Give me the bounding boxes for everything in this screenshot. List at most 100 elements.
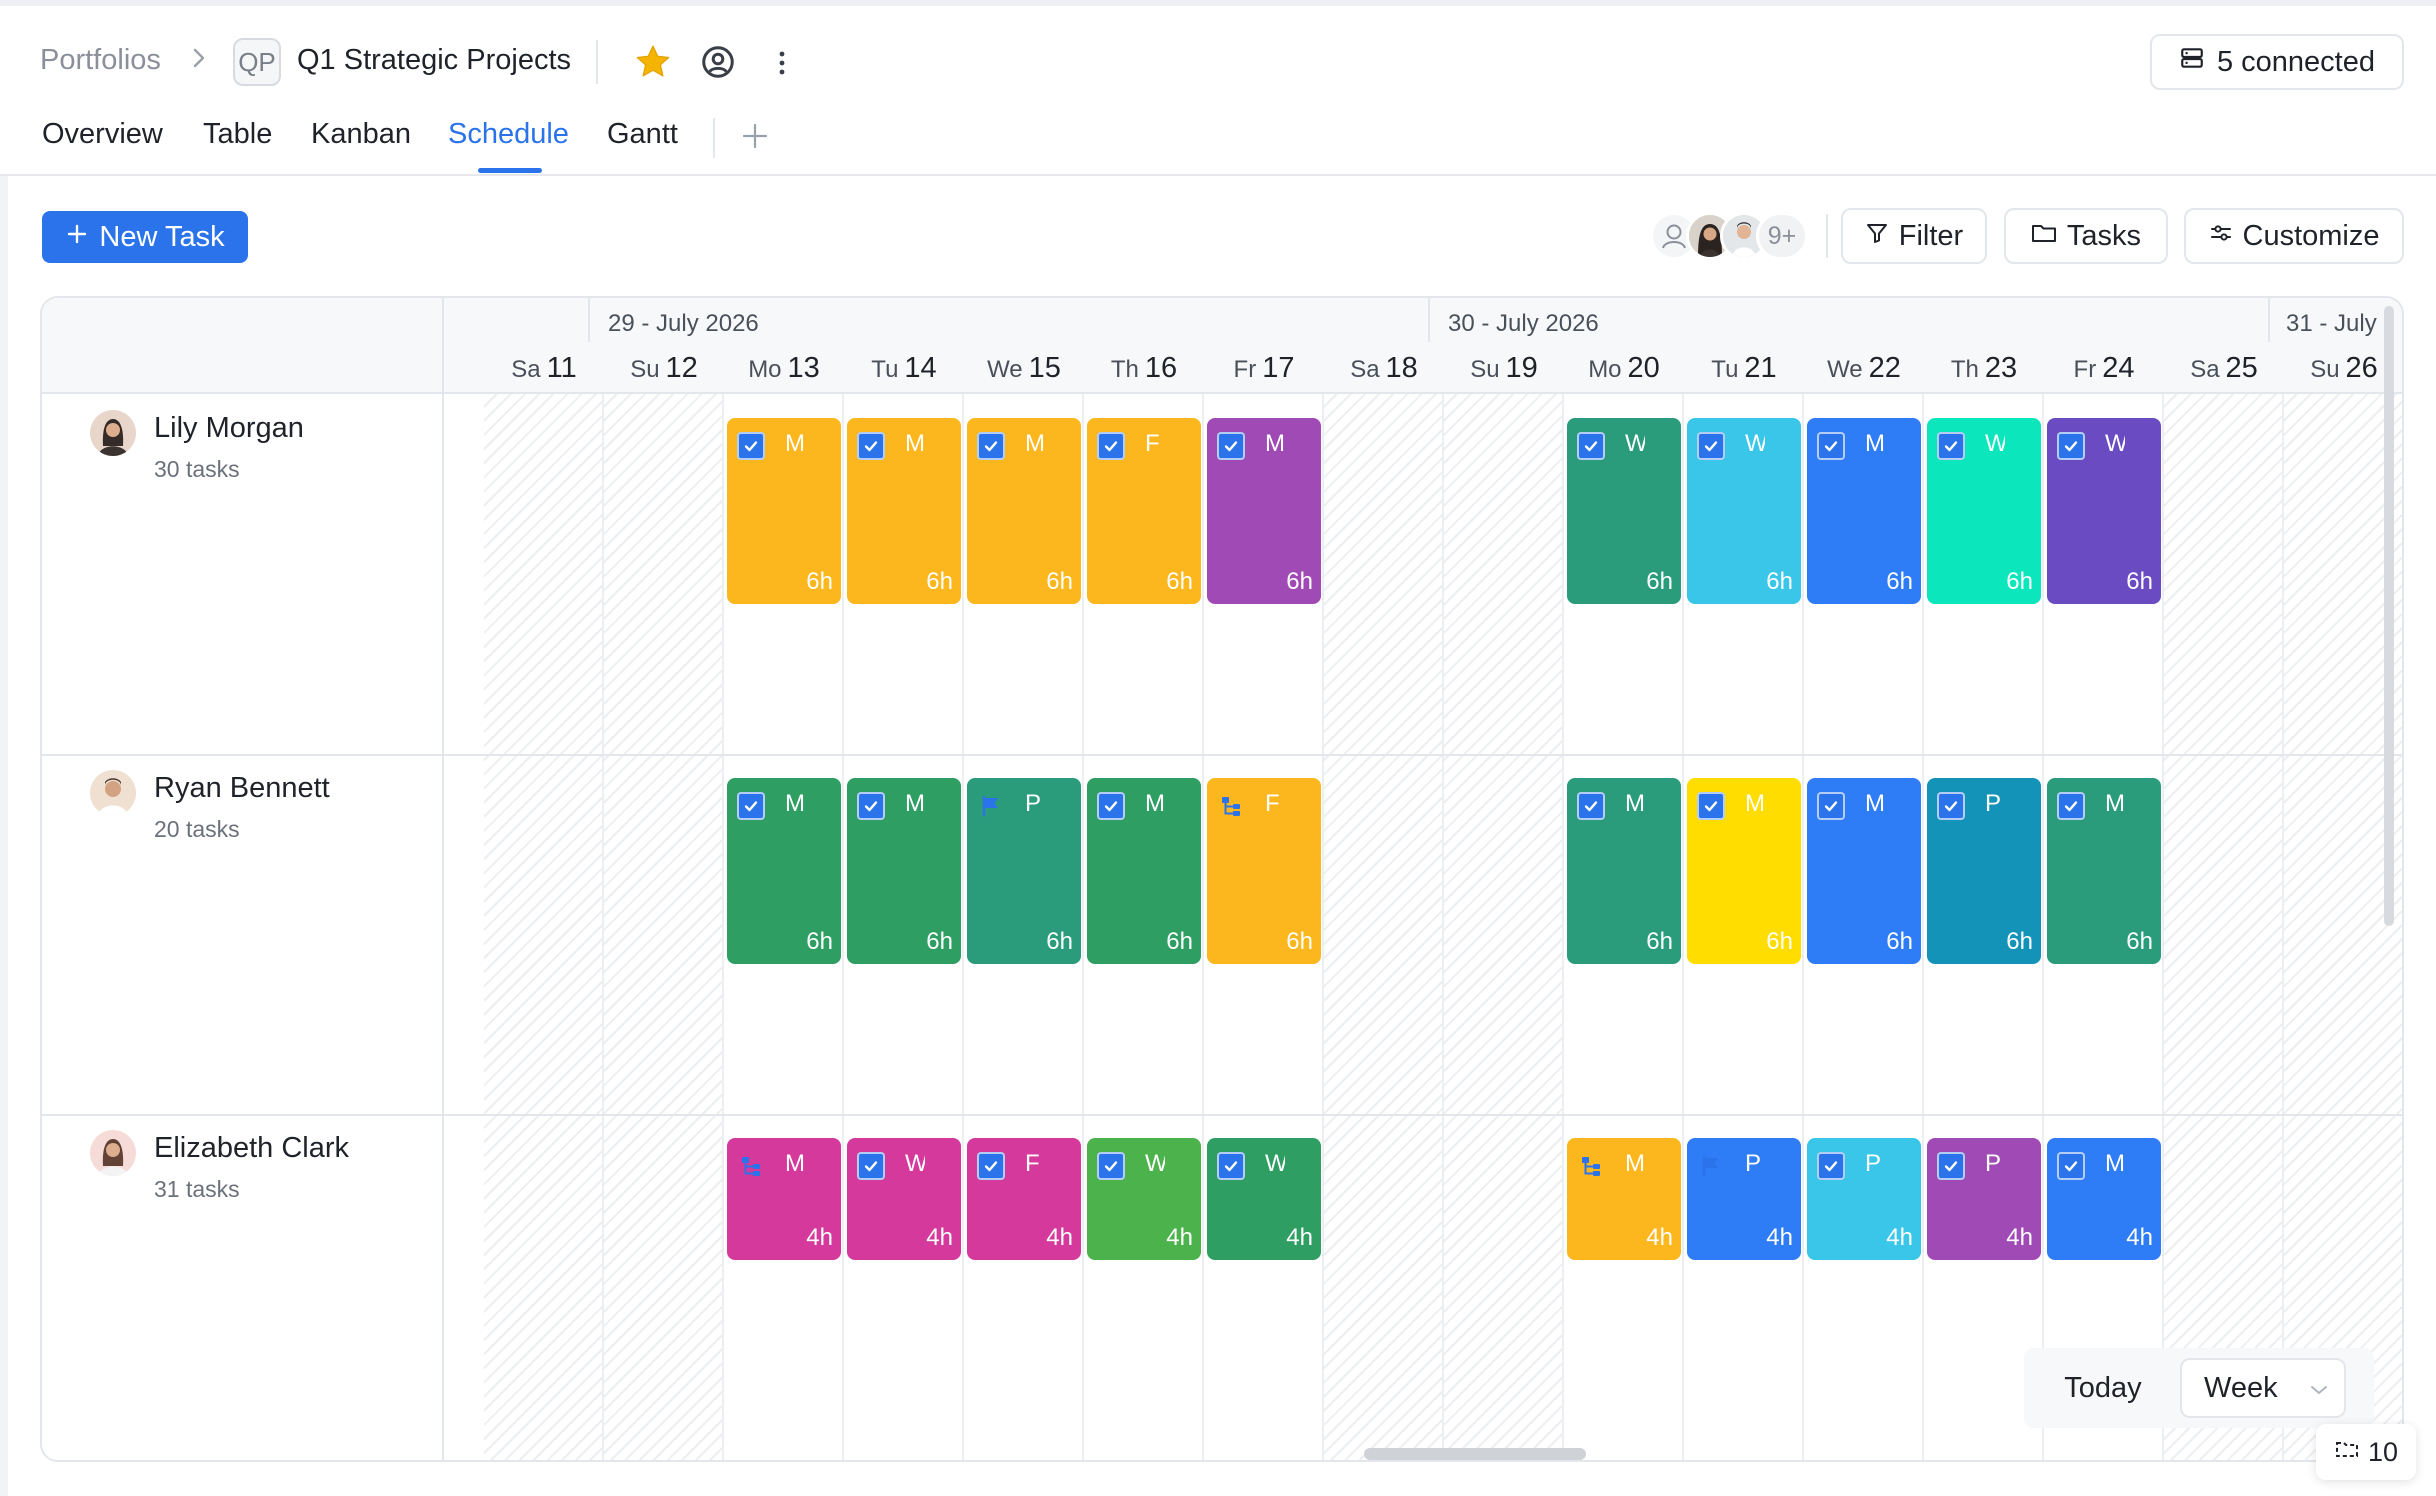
day-of-week: Tu — [871, 356, 899, 383]
checkbox-icon[interactable] — [1217, 432, 1245, 460]
today-button[interactable]: Today — [2044, 1358, 2162, 1418]
checkbox-icon[interactable] — [857, 432, 885, 460]
task-card[interactable]: W 4h — [1087, 1138, 1201, 1260]
checkbox-icon[interactable] — [857, 1152, 885, 1180]
flag-icon[interactable] — [1697, 1152, 1725, 1180]
avatar — [90, 410, 136, 456]
task-card[interactable]: M 4h — [1567, 1138, 1681, 1260]
task-card[interactable]: M 6h — [1807, 778, 1921, 964]
day-header: We 15 — [964, 352, 1084, 385]
checkbox-icon[interactable] — [857, 792, 885, 820]
checkbox-icon[interactable] — [737, 792, 765, 820]
task-card[interactable]: M 6h — [847, 418, 961, 604]
task-card[interactable]: W 6h — [1927, 418, 2041, 604]
checkbox-icon[interactable] — [2057, 432, 2085, 460]
tab-gantt[interactable]: Gantt — [607, 118, 678, 151]
day-of-week: Sa — [1350, 356, 1380, 383]
task-hours: 6h — [1286, 568, 1313, 595]
checkbox-icon[interactable] — [1697, 432, 1725, 460]
task-card[interactable]: M 6h — [1687, 778, 1801, 964]
day-of-week: Th — [1950, 356, 1979, 383]
tab-table[interactable]: Table — [203, 118, 272, 151]
assignee-avatars[interactable]: 9+ — [1650, 210, 1810, 262]
more-vertical-icon[interactable] — [768, 46, 796, 80]
task-card[interactable]: F 6h — [1207, 778, 1321, 964]
task-card[interactable]: W 4h — [847, 1138, 961, 1260]
checkbox-icon[interactable] — [2057, 1152, 2085, 1180]
view-select[interactable]: Week — [2180, 1358, 2346, 1418]
checkbox-icon[interactable] — [1097, 792, 1125, 820]
subtask-tree-icon[interactable] — [1577, 1152, 1605, 1180]
task-card[interactable]: M 6h — [847, 778, 961, 964]
checkbox-icon[interactable] — [2057, 792, 2085, 820]
checkbox-icon[interactable] — [1097, 1152, 1125, 1180]
task-card[interactable]: P 6h — [1927, 778, 2041, 964]
project-badge: QP — [233, 38, 281, 86]
checkbox-icon[interactable] — [1217, 1152, 1245, 1180]
task-card[interactable]: W 6h — [1687, 418, 1801, 604]
more-assignees-badge: 9+ — [1756, 212, 1808, 260]
task-hours: 4h — [1286, 1224, 1313, 1251]
task-card[interactable]: M 4h — [727, 1138, 841, 1260]
project-title[interactable]: Q1 Strategic Projects — [297, 44, 571, 77]
checkbox-icon[interactable] — [1097, 432, 1125, 460]
subtask-tree-icon[interactable] — [1217, 792, 1245, 820]
task-card[interactable]: W 6h — [2047, 418, 2161, 604]
filter-button[interactable]: Filter — [1841, 208, 1987, 264]
checkbox-icon[interactable] — [1697, 792, 1725, 820]
task-card[interactable]: M 6h — [1567, 778, 1681, 964]
checkbox-icon[interactable] — [1937, 1152, 1965, 1180]
user-circle-icon[interactable] — [700, 44, 736, 80]
task-card[interactable]: P 4h — [1807, 1138, 1921, 1260]
task-hours: 6h — [1046, 568, 1073, 595]
task-card[interactable]: P 4h — [1687, 1138, 1801, 1260]
new-task-button[interactable]: New Task — [42, 211, 248, 263]
task-card[interactable]: M 6h — [2047, 778, 2161, 964]
vertical-scrollbar[interactable] — [2384, 306, 2394, 926]
checkbox-icon[interactable] — [737, 432, 765, 460]
task-card[interactable]: M 4h — [2047, 1138, 2161, 1260]
checkbox-icon[interactable] — [1937, 432, 1965, 460]
task-hours: 6h — [1286, 928, 1313, 955]
task-card[interactable]: W 6h — [1567, 418, 1681, 604]
task-card[interactable]: F 4h — [967, 1138, 1081, 1260]
checkbox-icon[interactable] — [1817, 792, 1845, 820]
tab-overview[interactable]: Overview — [42, 118, 163, 151]
day-number: 18 — [1385, 352, 1418, 384]
task-card[interactable]: M 6h — [1807, 418, 1921, 604]
checkbox-icon[interactable] — [977, 1152, 1005, 1180]
connected-label: 5 connected — [2216, 45, 2375, 78]
flag-icon[interactable] — [977, 792, 1005, 820]
task-card[interactable]: W 4h — [1207, 1138, 1321, 1260]
task-card[interactable]: M 6h — [727, 778, 841, 964]
task-card[interactable]: M 6h — [967, 418, 1081, 604]
tab-schedule[interactable]: Schedule — [448, 118, 569, 151]
checkbox-icon[interactable] — [977, 432, 1005, 460]
star-icon[interactable] — [633, 42, 673, 82]
day-header: Fr 24 — [2044, 352, 2164, 385]
task-card[interactable]: M 6h — [1087, 778, 1201, 964]
checkbox-icon[interactable] — [1817, 1152, 1845, 1180]
customize-button[interactable]: Customize — [2184, 208, 2404, 264]
task-card[interactable]: P 4h — [1927, 1138, 2041, 1260]
day-of-week: Su — [2310, 356, 2340, 383]
tab-kanban[interactable]: Kanban — [311, 118, 411, 151]
task-card[interactable]: F 6h — [1087, 418, 1201, 604]
people-column — [42, 298, 444, 1460]
checkbox-icon[interactable] — [1937, 792, 1965, 820]
add-view-icon[interactable] — [740, 118, 770, 154]
checkbox-icon[interactable] — [1817, 432, 1845, 460]
breadcrumb-portfolios[interactable]: Portfolios — [40, 44, 161, 77]
subtask-tree-icon[interactable] — [737, 1152, 765, 1180]
connected-button[interactable]: 5 connected — [2150, 34, 2404, 90]
day-header: Su 12 — [604, 352, 724, 385]
collapsed-rows-badge[interactable]: 10 — [2316, 1424, 2416, 1480]
horizontal-scrollbar[interactable] — [1364, 1448, 1586, 1460]
checkbox-icon[interactable] — [1577, 432, 1605, 460]
task-card[interactable]: P 6h — [967, 778, 1081, 964]
tasks-button[interactable]: Tasks — [2004, 208, 2168, 264]
checkbox-icon[interactable] — [1577, 792, 1605, 820]
task-title: M — [2105, 790, 2125, 817]
task-card[interactable]: M 6h — [1207, 418, 1321, 604]
task-card[interactable]: M 6h — [727, 418, 841, 604]
